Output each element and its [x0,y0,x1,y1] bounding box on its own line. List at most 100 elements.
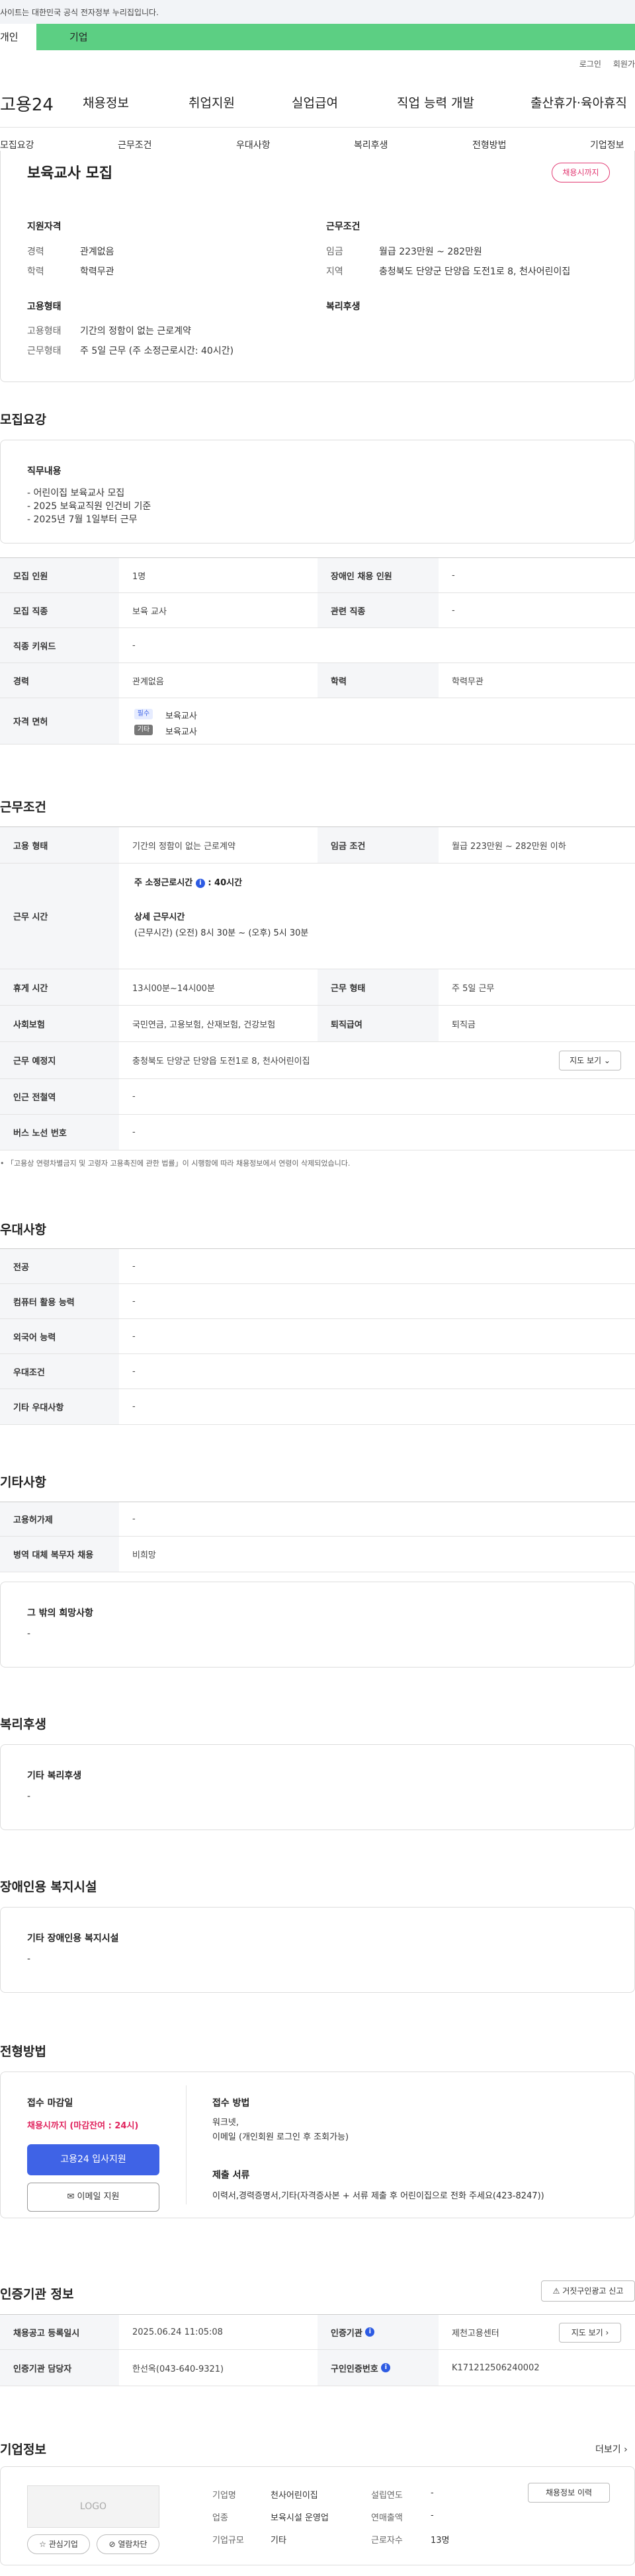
email-apply-button[interactable]: ✉ 이메일 지원 [27,2183,159,2212]
row-label: 전공 [0,1249,119,1283]
required-badge: 필수 [134,709,153,719]
info-icon[interactable]: i [381,2363,391,2372]
name-label: 기업명 [212,2491,236,2501]
welfare-title: 복리후생 [326,302,360,312]
row-value: 주 5일 근무 [452,983,495,994]
row-label: 채용공고 등록일시 [0,2315,119,2349]
favorite-button[interactable]: ☆ 관심기업 [27,2534,90,2554]
emp-count-label: 근로자수 [371,2536,403,2546]
info-icon[interactable]: i [365,2327,375,2337]
gnb-item[interactable]: 실업급여 [292,93,338,111]
facility-heading: 장애인용 복지시설 [0,1880,97,1894]
table-row: 경력 관계없음 학력 학력무관 [0,663,635,698]
row-value: 비희망 [132,1550,156,1560]
block-label: 열람차단 [118,2540,148,2549]
tab-personal[interactable]: 개인 [0,24,36,50]
size-value: 기타 [271,2536,286,2546]
industry-label: 업종 [212,2513,228,2523]
more-link[interactable]: 더보기 › [595,2442,628,2456]
logo[interactable]: 고용24 [0,91,54,116]
row-value: - [132,1514,136,1524]
weekly-hours: 주 소정근로시간 i : 40시간 [134,875,242,888]
emp-title: 고용형태 [27,302,62,312]
row-value: - [132,1366,136,1377]
gnb-item[interactable]: 채용정보 [83,93,129,111]
qual-title: 지원자격 [27,221,62,232]
email-apply-label: 이메일 지원 [77,2192,120,2202]
row-value: 학력무관 [452,676,484,687]
gnb-item[interactable]: 출산휴가·육아휴직 [530,93,627,111]
area-label: 지역 [326,266,343,277]
agency-map-button[interactable]: 지도 보기 › [559,2323,621,2343]
recruit-heading: 모집요강 [0,413,46,427]
login-link[interactable]: 로그인 [579,60,601,69]
map-button[interactable]: 지도 보기 ⌄ [559,1051,621,1070]
table-row: 근무 시간 주 소정근로시간 i : 40시간 상세 근무시간 (근무시간) (… [0,864,635,969]
duty-title: 직무내용 [27,466,62,477]
row-label: 퇴직급여 [318,1006,439,1041]
method-text: 워크넷, 이메일 (개인회원 로그인 후 조회가능) [212,2116,349,2145]
size-label: 기업규모 [212,2536,244,2546]
row-value: 국민연금, 고용보험, 산재보험, 건강보험 [132,1020,276,1030]
row-label: 구인인증번호 i [318,2350,439,2386]
table-row: 직종 키워드 - [0,628,635,663]
row-label: 근무 시간 [0,864,119,969]
wage-value: 월급 223만원 ~ 282만원 [379,247,482,257]
career-value: 관계없음 [80,247,114,257]
row-label: 버스 노선 번호 [0,1115,119,1150]
row-value: - [452,605,455,616]
tab-process[interactable]: 전형방법 [472,138,507,151]
sales-value: - [431,2511,434,2520]
row-label: 휴게 시간 [0,969,119,1005]
tab-conditions[interactable]: 근무조건 [118,138,152,151]
hope-value: - [27,1629,31,1639]
row-label: 인증기관 담당자 [0,2350,119,2386]
row-value: - [452,570,455,581]
row-value: 제천고용센터 [452,2328,499,2339]
tab-company[interactable]: 기업정보 [590,138,624,151]
row-label: 직종 키워드 [0,628,119,663]
detail-hours: (근무시간) (오전) 8시 30분 ~ (오후) 5시 30분 [134,928,309,938]
name-value: 천사어린이집 [271,2491,318,2501]
row-label: 우대조건 [0,1354,119,1389]
deadline-title: 접수 마감일 [27,2098,73,2109]
table-row: 버스 노선 번호 - [0,1115,635,1150]
tab-company[interactable]: 기업 [69,24,88,50]
etc-badge: 기타 [134,725,153,735]
hope-title: 그 밖의 희망사항 [27,1608,93,1619]
row-value: - [132,1331,136,1342]
agency-map-label: 지도 보기 [571,2328,603,2337]
no-label: 구인인증번호 [331,2364,378,2374]
career-label: 경력 [27,247,44,257]
gnb-item[interactable]: 취업지원 [189,93,235,111]
info-icon[interactable]: i [195,878,205,888]
report-button[interactable]: ⚠ 거짓구인광고 신고 [541,2280,635,2302]
gov-banner: 사이트는 대한민국 공식 전자정부 누리집입니다. [0,0,635,24]
company-heading: 기업정보 [0,2442,46,2457]
industry-value: 보육시설 운영업 [271,2513,329,2523]
etc-license: 보육교사 [165,727,197,737]
apply-button[interactable]: 고용24 입사지원 [27,2144,159,2175]
duty-line: - 2025년 7월 1일부터 근무 [27,514,138,525]
gnb-item[interactable]: 직업 능력 개발 [397,93,474,111]
row-label: 관련 직종 [318,593,439,627]
method-line: 워크넷, [212,2118,239,2128]
table-row: 우대조건 - [0,1354,635,1389]
method-title: 접수 방법 [212,2098,250,2109]
table-row: 외국어 능력 - [0,1319,635,1354]
table-row: 기타 우대사항 - [0,1389,635,1425]
edu-value: 학력무관 [80,266,114,277]
row-value: 2025.06.24 11:05:08 [132,2327,223,2337]
tab-preferences[interactable]: 우대사항 [236,138,271,151]
history-button[interactable]: 채용정보 이력 [528,2483,610,2503]
emp-label: 고용형태 [27,326,62,337]
tab-recruit[interactable]: 모집요강 [0,138,34,151]
row-value: 기간의 정함이 없는 근로계약 [132,841,235,852]
block-button[interactable]: ⊘ 열람차단 [97,2534,159,2554]
divider [186,2085,187,2204]
report-button-label: 거짓구인광고 신고 [562,2286,624,2296]
chevron-down-icon: ⌄ [603,1056,611,1065]
join-link[interactable]: 회원가 [613,60,635,69]
tab-welfare[interactable]: 복리후생 [354,138,388,151]
table-row: 컴퓨터 활용 능력 - [0,1284,635,1319]
